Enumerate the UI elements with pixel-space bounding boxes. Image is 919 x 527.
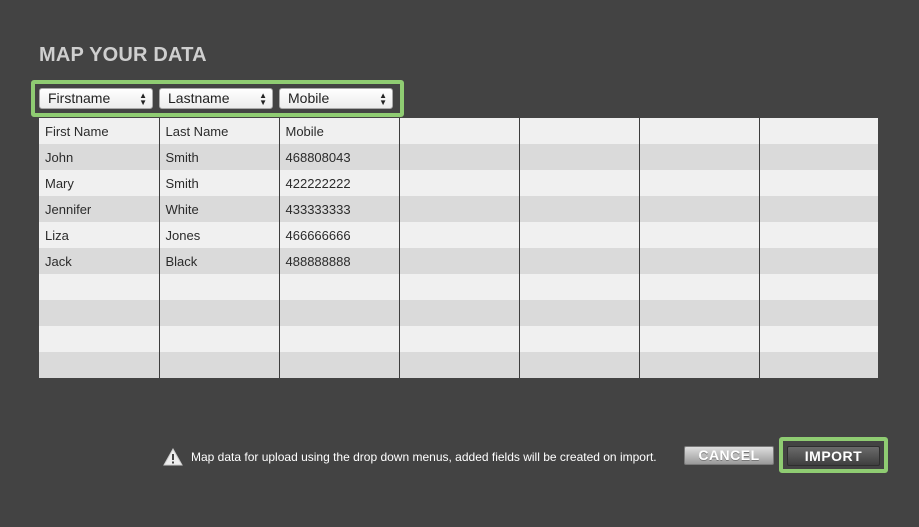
- table-row: Jack Black 488888888: [39, 248, 878, 274]
- table-header-cell: [399, 118, 520, 144]
- table-cell: [279, 274, 400, 300]
- import-hint: Map data for upload using the drop down …: [163, 447, 657, 467]
- table-cell: 466666666: [279, 222, 400, 248]
- select-arrows-icon: ▲ ▼: [259, 91, 267, 107]
- table-cell: [279, 326, 400, 352]
- table-cell: [399, 170, 520, 196]
- table-cell: [759, 326, 878, 352]
- table-cell: [399, 248, 520, 274]
- table-cell: [399, 326, 520, 352]
- table-cell: [519, 300, 640, 326]
- table-cell: [639, 196, 760, 222]
- table-cell: John: [39, 144, 160, 170]
- table-cell: 422222222: [279, 170, 400, 196]
- table-row: Liza Jones 466666666: [39, 222, 878, 248]
- table-cell: [639, 248, 760, 274]
- table-cell: [519, 170, 640, 196]
- table-row: [39, 352, 878, 378]
- table-cell: 468808043: [279, 144, 400, 170]
- table-cell: [639, 222, 760, 248]
- table-cell: [519, 274, 640, 300]
- table-row: [39, 300, 878, 326]
- table-cell: [159, 326, 280, 352]
- table-cell: [759, 196, 878, 222]
- select-arrows-icon: ▲ ▼: [379, 91, 387, 107]
- cancel-button[interactable]: CANCEL: [684, 446, 774, 465]
- import-button[interactable]: IMPORT: [787, 446, 880, 466]
- select-arrows-icon: ▲ ▼: [139, 91, 147, 107]
- table-cell: [519, 196, 640, 222]
- table-cell: Jennifer: [39, 196, 160, 222]
- table-cell: Liza: [39, 222, 160, 248]
- table-cell: White: [159, 196, 280, 222]
- page-title: MAP YOUR DATA: [39, 44, 207, 66]
- table-row: Jennifer White 433333333: [39, 196, 878, 222]
- table-cell: [519, 222, 640, 248]
- table-cell: Black: [159, 248, 280, 274]
- table-cell: [519, 326, 640, 352]
- column-2-select[interactable]: Lastname ▲ ▼: [159, 88, 273, 109]
- warning-icon: [163, 448, 183, 466]
- table-cell: [639, 352, 760, 378]
- table-cell: Smith: [159, 170, 280, 196]
- table-cell: [39, 300, 160, 326]
- table-header-row: First Name Last Name Mobile: [39, 118, 878, 144]
- column-3-select-value: Mobile: [288, 90, 330, 106]
- table-cell: [399, 352, 520, 378]
- import-hint-text: Map data for upload using the drop down …: [191, 450, 657, 464]
- column-2-select-value: Lastname: [168, 90, 230, 106]
- table-cell: Jones: [159, 222, 280, 248]
- table-cell: [759, 274, 878, 300]
- table-cell: [639, 274, 760, 300]
- table-cell: [279, 300, 400, 326]
- table-cell: [399, 196, 520, 222]
- table-header-cell: First Name: [39, 118, 160, 144]
- column-mapping-bar: Firstname ▲ ▼ Lastname ▲ ▼ Mobile ▲ ▼: [31, 80, 404, 117]
- table-cell: [39, 352, 160, 378]
- table-row: [39, 326, 878, 352]
- table-cell: [759, 352, 878, 378]
- data-preview-table: First Name Last Name Mobile John Smith 468808…: [39, 118, 878, 378]
- table-header-cell: Mobile: [279, 118, 400, 144]
- table-cell: [399, 144, 520, 170]
- table-row: [39, 274, 878, 300]
- table-cell: [639, 144, 760, 170]
- table-cell: [279, 352, 400, 378]
- table-cell: [159, 300, 280, 326]
- table-cell: [759, 144, 878, 170]
- column-1-select[interactable]: Firstname ▲ ▼: [39, 88, 153, 109]
- table-cell: [519, 352, 640, 378]
- table-cell: [759, 248, 878, 274]
- map-data-dialog: MAP YOUR DATA Firstname ▲ ▼ Lastname ▲ ▼ M…: [0, 0, 919, 527]
- table-cell: [519, 248, 640, 274]
- column-3-select[interactable]: Mobile ▲ ▼: [279, 88, 393, 109]
- table-cell: [639, 300, 760, 326]
- table-cell: [399, 300, 520, 326]
- table-cell: [399, 222, 520, 248]
- table-cell: [639, 326, 760, 352]
- table-cell: 433333333: [279, 196, 400, 222]
- table-cell: Jack: [39, 248, 160, 274]
- table-cell: [39, 274, 160, 300]
- table-cell: [759, 300, 878, 326]
- table-header-cell: [759, 118, 878, 144]
- column-1-select-value: Firstname: [48, 90, 111, 106]
- table-header-cell: Last Name: [159, 118, 280, 144]
- table-header-cell: [639, 118, 760, 144]
- table-cell: [159, 352, 280, 378]
- table-cell: [399, 274, 520, 300]
- table-cell: [639, 170, 760, 196]
- table-cell: [759, 170, 878, 196]
- table-cell: Smith: [159, 144, 280, 170]
- table-header-cell: [519, 118, 640, 144]
- import-button-highlight: IMPORT: [779, 437, 888, 473]
- table-cell: [39, 326, 160, 352]
- table-cell: Mary: [39, 170, 160, 196]
- table-cell: 488888888: [279, 248, 400, 274]
- table-cell: [159, 274, 280, 300]
- table-cell: [759, 222, 878, 248]
- table-row: Mary Smith 422222222: [39, 170, 878, 196]
- table-cell: [519, 144, 640, 170]
- table-row: John Smith 468808043: [39, 144, 878, 170]
